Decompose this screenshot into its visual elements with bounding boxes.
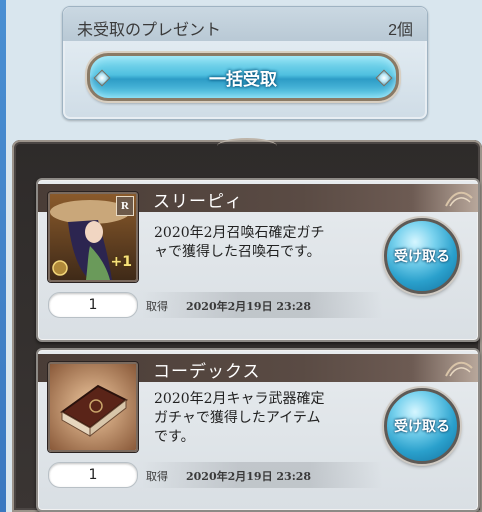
codex-book-icon	[50, 364, 136, 450]
item-description: 2020年2月召喚石確定ガチ ャで獲得した召喚石です。	[154, 224, 384, 262]
acquired-date: 2020年2月19日 23:28	[186, 300, 312, 313]
present-count: 2個	[388, 22, 413, 39]
flourish-icon	[445, 191, 473, 207]
acquired-label: 取得	[146, 300, 168, 313]
plus-badge: +1	[110, 254, 132, 270]
gem-icon	[93, 69, 111, 87]
present-list-panel: R +1 スリーピィ 2020年2月召喚石確定ガチ ャで獲得した召喚石です。 1…	[12, 138, 482, 512]
item-description: 2020年2月キャラ武器確定 ガチャで獲得したアイテム です。	[154, 390, 384, 447]
description-line: ガチャで獲得したアイテム	[154, 410, 321, 426]
quantity-field: 1	[48, 462, 138, 488]
item-name: コーデックス	[153, 362, 261, 381]
description-line: です。	[154, 429, 195, 445]
receive-label: 受け取る	[394, 248, 450, 264]
present-item-card: R +1 スリーピィ 2020年2月召喚石確定ガチ ャで獲得した召喚石です。 1…	[36, 178, 480, 342]
description-line: ャで獲得した召喚石です。	[154, 244, 321, 260]
receive-label: 受け取る	[394, 418, 450, 434]
item-thumbnail	[48, 362, 138, 452]
acquired-label: 取得	[146, 470, 168, 483]
gem-icon	[375, 69, 393, 87]
receive-button[interactable]: 受け取る	[384, 218, 460, 294]
description-line: 2020年2月キャラ武器確定	[154, 391, 325, 407]
bulk-receive-label: 一括受取	[209, 69, 277, 89]
window-edge	[0, 0, 6, 512]
bulk-receive-button[interactable]: 一括受取	[87, 53, 399, 101]
acquired-date: 2020年2月19日 23:28	[186, 470, 312, 483]
flourish-icon	[445, 361, 473, 377]
receive-button[interactable]: 受け取る	[384, 388, 460, 464]
item-name: スリーピィ	[153, 192, 243, 211]
item-thumbnail: R +1	[48, 192, 138, 282]
quantity-field: 1	[48, 292, 138, 318]
present-item-card: コーデックス 2020年2月キャラ武器確定 ガチャで獲得したアイテム です。 1…	[36, 348, 480, 512]
present-title: 未受取のプレゼント	[77, 22, 222, 39]
present-summary-panel: 未受取のプレゼント 2個 一括受取	[62, 6, 428, 120]
description-line: 2020年2月召喚石確定ガチ	[154, 225, 325, 241]
ornament-icon	[217, 138, 277, 154]
rank-badge: R	[116, 196, 134, 216]
